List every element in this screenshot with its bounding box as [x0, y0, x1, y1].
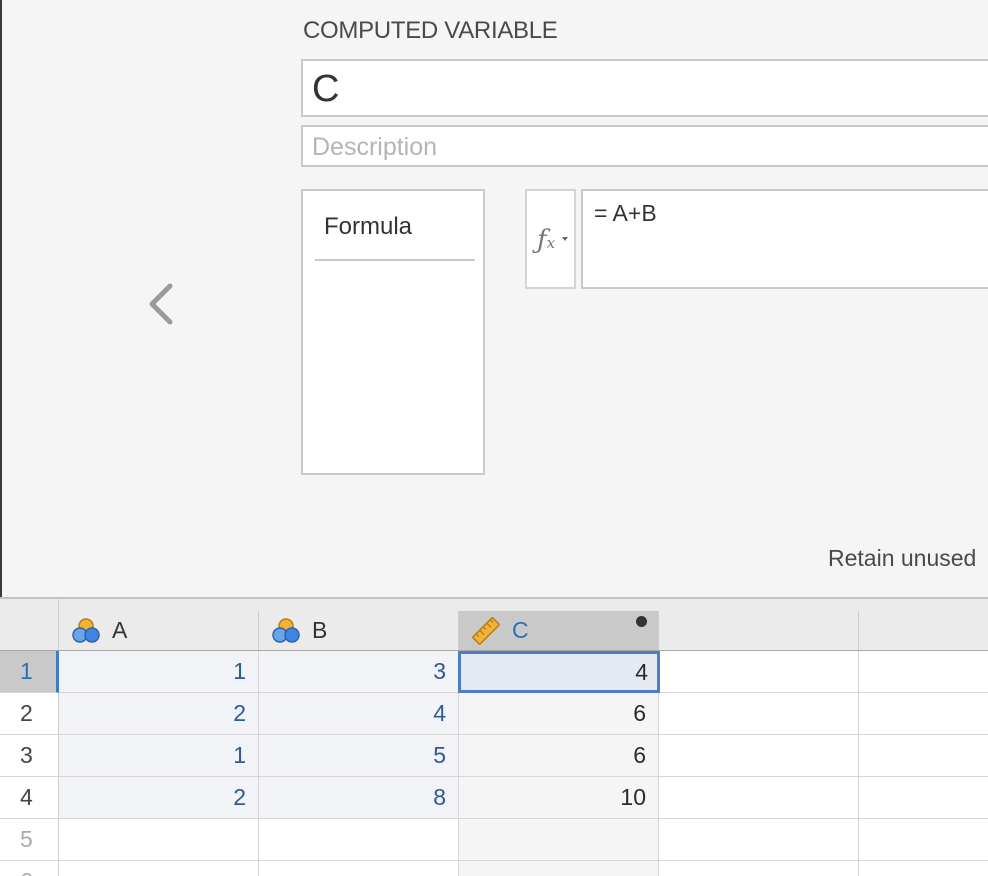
table-cell[interactable]: 10: [459, 777, 659, 819]
table-cell[interactable]: 6: [459, 693, 659, 735]
table-cell[interactable]: [660, 651, 859, 693]
table-cell[interactable]: 5: [259, 735, 459, 777]
description-field[interactable]: Description: [301, 125, 988, 167]
row-number[interactable]: 3: [0, 735, 59, 777]
table-cell[interactable]: [59, 861, 259, 876]
column-header-empty[interactable]: [859, 611, 988, 650]
fx-icon: ƒx: [537, 225, 556, 255]
row-number[interactable]: 5: [0, 819, 59, 861]
column-header-empty[interactable]: [659, 611, 859, 650]
nominal-icon: [272, 618, 300, 643]
table-cell[interactable]: [859, 651, 988, 693]
grid-corner[interactable]: [0, 599, 59, 651]
table-cell[interactable]: [659, 735, 859, 777]
table-cell[interactable]: [659, 819, 859, 861]
column-header-a[interactable]: A: [59, 611, 259, 650]
table-cell[interactable]: 3: [259, 651, 459, 693]
spreadsheet: A B C 1 2 3 4 5 1 3 4 2 4 6 1 5 6 2 8 10: [0, 599, 988, 876]
ruler-icon: [472, 617, 500, 645]
retain-unused-label[interactable]: Retain unused: [828, 545, 976, 572]
row-number[interactable]: 6: [0, 861, 59, 876]
table-cell[interactable]: [859, 777, 988, 819]
chevron-down-icon: [562, 237, 568, 241]
nominal-icon: [72, 618, 100, 643]
formula-list: Formula: [301, 189, 485, 475]
formula-input[interactable]: = A+B: [581, 189, 988, 289]
table-cell[interactable]: 1: [59, 651, 259, 693]
column-name: B: [312, 617, 328, 643]
table-cell[interactable]: [259, 861, 459, 876]
table-cell[interactable]: 2: [59, 693, 259, 735]
function-button[interactable]: ƒx: [525, 189, 576, 289]
table-cell[interactable]: [859, 819, 988, 861]
row-number[interactable]: 4: [0, 777, 59, 819]
column-header-c[interactable]: C: [459, 611, 659, 650]
table-cell[interactable]: [459, 861, 659, 876]
row-number[interactable]: 1: [0, 651, 59, 693]
back-chevron-icon[interactable]: [144, 282, 180, 326]
table-cell[interactable]: 8: [259, 777, 459, 819]
table-cell[interactable]: [259, 819, 459, 861]
column-name: A: [112, 617, 128, 643]
table-cell[interactable]: [659, 777, 859, 819]
formula-tab[interactable]: Formula: [315, 209, 475, 261]
table-cell[interactable]: [659, 693, 859, 735]
variable-name-field[interactable]: C: [301, 59, 988, 117]
row-number[interactable]: 2: [0, 693, 59, 735]
column-header-b[interactable]: B: [259, 611, 459, 650]
table-cell[interactable]: 6: [459, 735, 659, 777]
table-cell[interactable]: 1: [59, 735, 259, 777]
table-cell[interactable]: [659, 861, 859, 876]
computed-dot-icon: [636, 616, 647, 627]
table-cell[interactable]: [59, 819, 259, 861]
table-cell[interactable]: 4: [259, 693, 459, 735]
table-cell[interactable]: [859, 735, 988, 777]
table-cell[interactable]: 2: [59, 777, 259, 819]
table-cell[interactable]: [859, 693, 988, 735]
table-cell[interactable]: [859, 861, 988, 876]
panel-title: COMPUTED VARIABLE: [303, 17, 558, 44]
column-name: C: [512, 617, 529, 643]
table-cell[interactable]: [459, 819, 659, 861]
active-cell[interactable]: 4: [458, 651, 660, 693]
